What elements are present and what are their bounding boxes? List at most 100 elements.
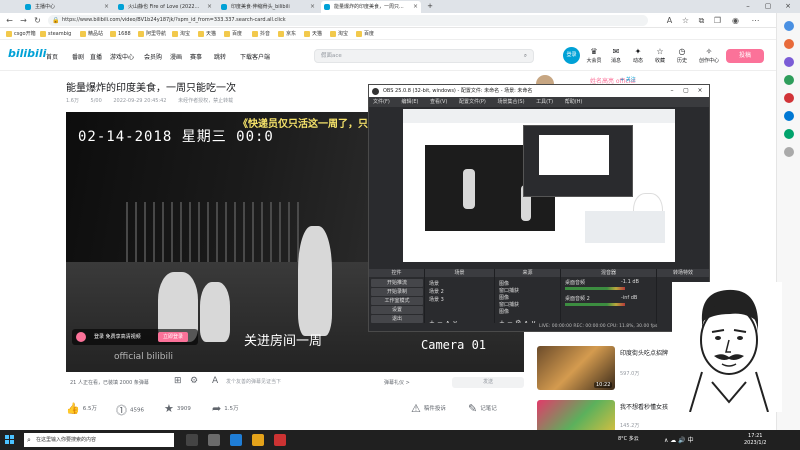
obs-menu-file[interactable]: 文件(F) [373, 99, 390, 105]
minimize-button[interactable]: – [738, 0, 758, 13]
coin-button[interactable]: ⓵ 4596 [116, 402, 144, 418]
taskbar-search-input[interactable]: 在这里输入你要搜索的内容 [24, 433, 174, 447]
bookmark-item[interactable]: 天猫 [304, 28, 322, 40]
close-tab-icon[interactable]: × [104, 1, 109, 13]
bookmark-item[interactable]: 百度 [356, 28, 374, 40]
note-button[interactable]: ✎ 记笔记 [468, 402, 497, 415]
bookmark-item[interactable]: 1688 [110, 28, 131, 40]
obs-close-button[interactable]: × [693, 85, 707, 97]
office-icon[interactable] [784, 93, 794, 103]
close-tab-icon[interactable]: × [413, 1, 418, 13]
bookmark-item[interactable]: csgo开箱 [6, 28, 36, 40]
nav-anime[interactable]: 番剧 [72, 52, 84, 61]
taskbar-clock[interactable]: 17:21 2023/1/2 [744, 433, 766, 447]
outlook-icon[interactable] [784, 111, 794, 121]
close-window-button[interactable]: × [778, 0, 798, 13]
obs-menu-scene-collection[interactable]: 场景集合(S) [497, 99, 524, 105]
source-item[interactable]: 图像 [499, 294, 509, 301]
nav-manga[interactable]: 漫画 [170, 52, 182, 61]
like-button[interactable]: 👍 6.5万 [66, 402, 97, 415]
obs-window[interactable]: OBS 25.0.8 (32-bit, windows) - 配置文件: 未命名… [368, 84, 710, 332]
bookmark-item[interactable]: 淘宝 [172, 28, 190, 40]
bilibili-logo[interactable]: bilibili [8, 47, 46, 60]
obs-menu-tools[interactable]: 工具(T) [536, 99, 553, 105]
edge-taskbar-icon[interactable] [230, 434, 242, 446]
danmaku-input[interactable]: 发个友善的弹幕见证当下 [226, 378, 376, 388]
danmaku-etiquette-link[interactable]: 弹幕礼仪 > [384, 379, 410, 386]
bookmark-item[interactable]: 京东 [278, 28, 296, 40]
header-history[interactable]: ◷ 历史 [672, 46, 692, 64]
search-sidebar-icon[interactable] [784, 21, 794, 31]
obs-menu-view[interactable]: 查看(V) [430, 99, 447, 105]
forward-arrow-icon[interactable]: → [18, 15, 29, 26]
url-bar[interactable]: 🔒 https://www.bilibili.com/video/BV1b24y… [48, 15, 648, 26]
follow-button[interactable]: + 关注 [620, 76, 636, 83]
app-taskbar-icon[interactable] [274, 434, 286, 446]
obs-minimize-button[interactable]: – [665, 85, 679, 97]
close-tab-icon[interactable]: × [207, 1, 212, 13]
drop-icon[interactable] [784, 129, 794, 139]
tab-fire-of-love[interactable]: 火山静也 Fire of Love (2022... × [115, 1, 215, 13]
tab-active-video[interactable]: 能量爆炸的印度美食，一周只... × [321, 1, 421, 13]
obs-menu-profile[interactable]: 配置文件(P) [459, 99, 486, 105]
games-icon[interactable] [784, 75, 794, 85]
source-item[interactable]: 窗口捕获 [499, 287, 519, 294]
obs-taskbar-icon[interactable] [208, 434, 220, 446]
collections-icon[interactable]: ❐ [712, 15, 723, 26]
bookmark-item[interactable]: 淘宝 [330, 28, 348, 40]
read-aloud-icon[interactable]: A [664, 15, 675, 26]
profile-icon[interactable]: ◉ [730, 15, 741, 26]
back-arrow-icon[interactable]: ← [4, 15, 15, 26]
start-streaming-button[interactable]: 开始推流 [371, 279, 423, 287]
nav-home[interactable]: 首页 [46, 52, 58, 61]
start-recording-button[interactable]: 开始录制 [371, 288, 423, 296]
bookmark-item[interactable]: steambig [40, 28, 71, 40]
upload-button[interactable]: 投稿 [726, 49, 764, 63]
danmaku-toggle-icon[interactable]: ⊞ [174, 376, 182, 386]
settings-button[interactable]: 设置 [371, 306, 423, 314]
scene-item[interactable]: 场景 [429, 280, 439, 287]
obs-preview-canvas[interactable] [403, 109, 675, 262]
maximize-button[interactable]: ▢ [758, 0, 778, 13]
favorite-button[interactable]: ★ 3909 [164, 402, 191, 415]
nav-jump[interactable]: 跳转 [214, 52, 226, 61]
rec-title[interactable]: 我不想看秒懂女孩 [620, 402, 668, 411]
send-danmaku-button[interactable]: 发送 [452, 377, 524, 388]
close-tab-icon[interactable]: × [310, 1, 315, 13]
scene-item[interactable]: 场景 2 [429, 288, 444, 295]
share-button[interactable]: ➦ 1.5万 [212, 402, 238, 415]
more-menu-icon[interactable]: ⋯ [750, 15, 761, 26]
weather-widget[interactable]: 8°C 多云 [618, 435, 639, 442]
add-sidebar-icon[interactable] [784, 147, 794, 157]
danmaku-style-icon[interactable]: A [212, 376, 218, 386]
scene-item[interactable]: 场景 3 [429, 296, 444, 303]
nav-game-center[interactable]: 游戏中心 [110, 52, 134, 61]
windows-start-icon[interactable] [5, 435, 15, 445]
source-item[interactable]: 图像 [499, 280, 509, 287]
rec-title[interactable]: 印度街头吃点招牌 [620, 348, 668, 357]
tools-icon[interactable] [784, 57, 794, 67]
favorites-star-icon[interactable]: ☆ [680, 15, 691, 26]
file-explorer-icon[interactable] [252, 434, 264, 446]
bookmark-item[interactable]: 百度 [224, 28, 242, 40]
obs-menu-edit[interactable]: 编辑(E) [401, 99, 418, 105]
studio-mode-button[interactable]: 工作室模式 [371, 297, 423, 305]
header-vip[interactable]: ♛ 大会员 [584, 46, 604, 64]
obs-maximize-button[interactable]: ▢ [679, 85, 693, 97]
nav-live[interactable]: 直播 [90, 52, 102, 61]
split-screen-icon[interactable]: ⧉ [696, 15, 707, 26]
nav-download-client[interactable]: 下载客户端 [240, 52, 270, 61]
header-creator[interactable]: ✧ 创作中心 [696, 46, 722, 64]
refresh-icon[interactable]: ↻ [32, 15, 43, 26]
danmaku-settings-icon[interactable]: ⚙ [190, 376, 198, 386]
tab-indian-food[interactable]: 印度美食·伸缩骨头_bilibili × [218, 1, 318, 13]
source-item[interactable]: 窗口捕获 [499, 301, 519, 308]
nav-mall[interactable]: 会员购 [144, 52, 162, 61]
header-messages[interactable]: ✉ 消息 [606, 46, 626, 64]
bookmark-item[interactable]: 精品站 [80, 28, 103, 40]
bookmark-item[interactable]: 天猫 [198, 28, 216, 40]
tab-creator-center[interactable]: 主播中心 × [22, 1, 112, 13]
system-tray-icons[interactable]: ∧ ☁ 🔊 中 [664, 435, 694, 444]
task-view-icon[interactable] [186, 434, 198, 446]
source-item[interactable]: 图像 [499, 308, 509, 315]
